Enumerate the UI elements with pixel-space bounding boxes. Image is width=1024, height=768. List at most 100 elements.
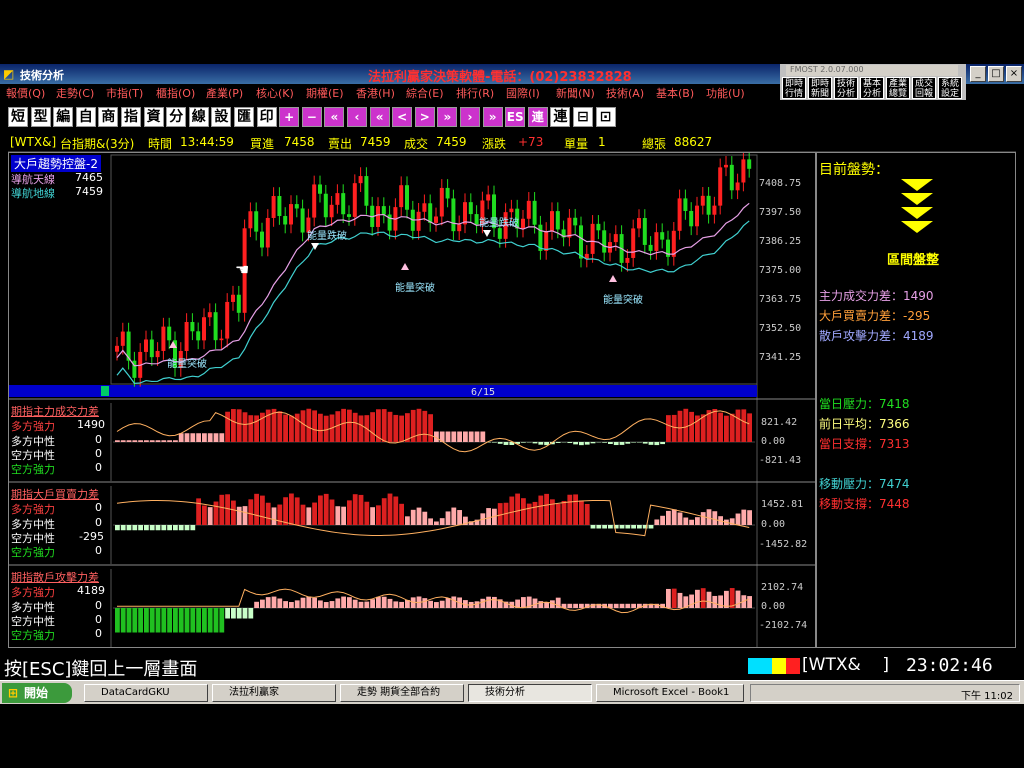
toolbar-button[interactable]: 指: [121, 107, 141, 127]
histogram-bar: [410, 509, 416, 525]
quick-button[interactable]: 成交回報: [912, 77, 936, 99]
toolbar-button[interactable]: >: [414, 107, 435, 127]
histogram-bar: [254, 601, 259, 608]
toolbar-button[interactable]: «: [324, 107, 345, 127]
quick-button[interactable]: 基本分析: [860, 77, 884, 99]
sub3-title[interactable]: 期指散戶攻擊力差: [11, 569, 99, 585]
quick-button[interactable]: 即時行情: [782, 77, 806, 99]
toolbar-button[interactable]: −: [301, 107, 322, 127]
toolbar-button[interactable]: ⊟: [573, 107, 593, 127]
histogram-bar: [660, 515, 665, 525]
maximize-button[interactable]: □: [988, 66, 1004, 82]
toolbar-button[interactable]: ⊡: [595, 107, 616, 127]
histogram-bar: [735, 409, 741, 442]
candle: [718, 167, 723, 206]
histogram-bar: [155, 608, 161, 633]
menu-item[interactable]: 產業(P): [206, 85, 243, 101]
quick-button[interactable]: 系統設定: [938, 77, 962, 99]
menu-item[interactable]: 報價(Q): [6, 85, 45, 101]
quick-button[interactable]: 產業總覽: [886, 77, 910, 99]
minimize-button[interactable]: _: [970, 66, 986, 82]
sub2-title[interactable]: 期指大戶買賣力差: [11, 486, 99, 502]
toolbar-button[interactable]: 連: [527, 107, 548, 127]
histogram-bar: [689, 519, 694, 525]
candle: [190, 322, 195, 332]
toolbar-button[interactable]: ›: [460, 107, 480, 127]
candle: [724, 164, 728, 168]
task-ferrari[interactable]: 法拉利贏家: [212, 684, 336, 702]
histogram-bar: [323, 602, 329, 608]
task-tech-analysis[interactable]: 技術分析: [468, 684, 592, 702]
sub2-row-label: 空方強力: [11, 546, 55, 559]
histogram-bar: [486, 508, 491, 525]
histogram-bar: [352, 599, 358, 608]
histogram-bar: [347, 500, 352, 525]
toolbar-button[interactable]: 短: [8, 107, 28, 127]
histogram-bar: [358, 415, 364, 442]
histogram-bar: [306, 408, 312, 442]
sub2-row-value: 0: [95, 544, 102, 557]
histogram-bar: [358, 494, 364, 525]
toolbar-button[interactable]: 型: [30, 107, 51, 127]
histogram-bar: [747, 510, 752, 525]
candle: [625, 257, 630, 263]
menu-item[interactable]: 香港(H): [356, 85, 395, 101]
toolbar-button[interactable]: 印: [256, 107, 277, 127]
toolbar-button[interactable]: 自: [75, 107, 96, 127]
toolbar-button[interactable]: 連: [550, 107, 571, 127]
menu-item[interactable]: 技術(A): [606, 85, 644, 101]
start-button[interactable]: ⊞ 開始: [2, 683, 72, 703]
sub1-row-value: 1490: [77, 418, 105, 431]
menu-item[interactable]: 綜合(E): [406, 85, 444, 101]
toolbar-button[interactable]: +: [279, 107, 300, 127]
task-excel[interactable]: Microsoft Excel - Book1: [596, 684, 744, 702]
toolbar-button[interactable]: 線: [188, 107, 209, 127]
sub1-title[interactable]: 期指主力成交力差: [11, 403, 99, 419]
menu-item[interactable]: 走勢(C): [56, 85, 94, 101]
menu-item[interactable]: 國際(I): [506, 85, 540, 101]
menu-item[interactable]: 市指(T): [106, 85, 143, 101]
candle: [202, 317, 206, 341]
menu-item[interactable]: 核心(K): [256, 85, 294, 101]
histogram-bar: [625, 603, 631, 608]
quick-button[interactable]: 即時新聞: [808, 77, 832, 99]
histogram-bar: [608, 525, 613, 529]
toolbar-button[interactable]: «: [369, 107, 390, 127]
histogram-bar: [364, 601, 370, 608]
menu-item[interactable]: 期權(E): [306, 85, 344, 101]
toolbar-button[interactable]: 設: [211, 107, 232, 127]
menu-item[interactable]: 功能(U): [706, 85, 745, 101]
toolbar-button[interactable]: »: [437, 107, 458, 127]
menu-item[interactable]: 排行(R): [456, 85, 494, 101]
candle: [248, 211, 253, 229]
task-datacard[interactable]: DataCardGKU: [84, 684, 208, 702]
sub3-y-tick: -2102.74: [759, 620, 808, 631]
quick-button[interactable]: 技術分析: [834, 77, 858, 99]
toolbar-button[interactable]: ES: [505, 107, 526, 127]
histogram-bar: [265, 502, 271, 525]
task-trend[interactable]: 走勢 期貨全部合約: [340, 684, 464, 702]
menu-item[interactable]: 櫃指(O): [156, 85, 195, 101]
toolbar-button[interactable]: 編: [53, 107, 74, 127]
toolbar-button[interactable]: 商: [98, 107, 119, 127]
histogram-bar: [654, 519, 660, 525]
toolbar-button[interactable]: »: [482, 107, 503, 127]
candle: [115, 345, 119, 352]
histogram-bar: [341, 506, 346, 525]
toolbar-button[interactable]: 資: [143, 107, 164, 127]
toolbar-button[interactable]: 匯: [234, 107, 254, 127]
candle: [642, 218, 647, 245]
menu-item[interactable]: 基本(B): [656, 85, 694, 101]
close-button[interactable]: ×: [1006, 66, 1022, 82]
toolbar-button[interactable]: ‹: [347, 107, 367, 127]
histogram-bar: [323, 493, 329, 525]
toolbar-button[interactable]: 分: [166, 107, 187, 127]
menu-item[interactable]: 新聞(N): [556, 85, 595, 101]
toolbar-button[interactable]: <: [392, 107, 413, 127]
symbol-name: 台指期&(3分): [60, 137, 135, 151]
histogram-bar: [248, 499, 254, 525]
histogram-bar: [480, 431, 486, 442]
histogram-bar: [619, 525, 625, 529]
main-panel-title[interactable]: 大戶趨勢控盤-2: [11, 155, 101, 172]
chart-canvas[interactable]: ☚: [9, 153, 815, 647]
